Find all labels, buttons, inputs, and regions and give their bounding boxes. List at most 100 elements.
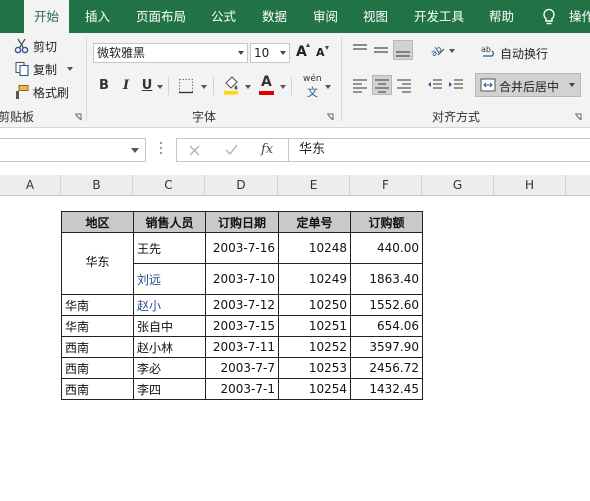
borders-icon[interactable]: [178, 78, 194, 94]
lightbulb-icon[interactable]: [541, 8, 557, 26]
underline-button[interactable]: U: [140, 78, 154, 93]
borders-dropdown-icon[interactable]: [201, 85, 207, 89]
column-header-c[interactable]: C: [133, 175, 205, 195]
column-header-a[interactable]: A: [0, 175, 61, 195]
order-date-cell[interactable]: 2003-7-7: [205, 357, 279, 379]
header-cell-order-id[interactable]: 定单号: [278, 211, 351, 233]
enter-check-icon[interactable]: [225, 144, 238, 156]
order-date-cell[interactable]: 2003-7-10: [205, 263, 279, 295]
region-cell[interactable]: 西南: [61, 378, 134, 400]
formula-input[interactable]: 华东: [288, 138, 590, 162]
amount-cell[interactable]: 1432.45: [350, 378, 423, 400]
align-middle-icon[interactable]: [373, 42, 389, 58]
phonetic-dropdown-icon[interactable]: [325, 85, 331, 89]
header-cell-region[interactable]: 地区: [61, 211, 134, 233]
tab-formulas[interactable]: 公式: [211, 0, 236, 33]
cancel-icon[interactable]: [189, 145, 200, 156]
order-date-cell[interactable]: 2003-7-11: [205, 336, 279, 358]
orientation-icon[interactable]: ab: [428, 41, 446, 59]
tab-home[interactable]: 开始: [24, 0, 70, 33]
font-size-select[interactable]: 10: [250, 43, 290, 63]
formula-bar-grip-icon[interactable]: [160, 142, 162, 158]
column-header-d[interactable]: D: [205, 175, 278, 195]
region-cell[interactable]: 华南: [61, 315, 134, 337]
salesperson-cell[interactable]: 张自中: [133, 315, 206, 337]
tab-insert[interactable]: 插入: [85, 0, 110, 33]
salesperson-cell[interactable]: 刘远: [133, 263, 206, 295]
header-cell-order-date[interactable]: 订购日期: [205, 211, 279, 233]
tab-review[interactable]: 审阅: [313, 0, 338, 33]
region-cell[interactable]: 西南: [61, 357, 134, 379]
column-header-partial[interactable]: [566, 175, 590, 195]
font-color-button[interactable]: A: [261, 74, 272, 90]
salesperson-cell[interactable]: 王先: [133, 232, 206, 264]
wrap-text-button[interactable]: 自动换行: [500, 45, 548, 62]
underline-dropdown-icon[interactable]: [157, 85, 163, 89]
tab-page-layout[interactable]: 页面布局: [136, 0, 186, 33]
amount-cell[interactable]: 1863.40: [350, 263, 423, 295]
align-left-icon[interactable]: [352, 77, 368, 93]
order-id-cell[interactable]: 10248: [278, 232, 351, 264]
clipboard-launcher-icon[interactable]: [74, 113, 82, 121]
column-header-b[interactable]: B: [61, 175, 133, 195]
bold-button[interactable]: B: [97, 78, 111, 93]
amount-cell[interactable]: 2456.72: [350, 357, 423, 379]
orientation-dropdown-icon[interactable]: [449, 49, 455, 53]
tab-view[interactable]: 视图: [363, 0, 388, 33]
salesperson-cell[interactable]: 赵小: [133, 294, 206, 316]
insert-function-button[interactable]: fx: [261, 142, 273, 157]
header-cell-amount[interactable]: 订购额: [350, 211, 423, 233]
italic-button[interactable]: I: [119, 78, 133, 93]
region-cell[interactable]: 西南: [61, 336, 134, 358]
align-center-button[interactable]: [372, 75, 392, 95]
order-id-cell[interactable]: 10253: [278, 357, 351, 379]
header-cell-salesperson[interactable]: 销售人员: [133, 211, 206, 233]
order-id-cell[interactable]: 10249: [278, 263, 351, 295]
tab-developer[interactable]: 开发工具: [414, 0, 464, 33]
fill-dropdown-icon[interactable]: [245, 85, 251, 89]
order-id-cell[interactable]: 10250: [278, 294, 351, 316]
order-date-cell[interactable]: 2003-7-12: [205, 294, 279, 316]
format-painter-button[interactable]: 格式刷: [33, 84, 69, 101]
column-header-f[interactable]: F: [350, 175, 422, 195]
order-id-cell[interactable]: 10251: [278, 315, 351, 337]
fill-color-icon[interactable]: [222, 75, 240, 95]
column-header-g[interactable]: G: [422, 175, 494, 195]
order-date-cell[interactable]: 2003-7-15: [205, 315, 279, 337]
decrease-indent-icon[interactable]: [427, 77, 443, 93]
salesperson-cell[interactable]: 赵小林: [133, 336, 206, 358]
copy-dropdown-arrow-icon[interactable]: [67, 67, 73, 71]
tab-help[interactable]: 帮助: [489, 0, 514, 33]
order-id-cell[interactable]: 10254: [278, 378, 351, 400]
merged-region-cell[interactable]: 华东: [61, 232, 134, 295]
font-group-label: 字体: [192, 110, 217, 124]
salesperson-cell[interactable]: 李四: [133, 378, 206, 400]
copy-button[interactable]: 复制: [33, 61, 57, 78]
align-bottom-button[interactable]: [393, 40, 413, 60]
decrease-font-size-button[interactable]: A: [316, 46, 325, 59]
cut-button[interactable]: 剪切: [33, 38, 57, 55]
order-date-cell[interactable]: 2003-7-1: [205, 378, 279, 400]
merge-center-button[interactable]: 合并后居中: [475, 73, 581, 97]
align-top-icon[interactable]: [352, 42, 368, 58]
font-launcher-icon[interactable]: [326, 113, 334, 121]
alignment-launcher-icon[interactable]: [574, 113, 582, 121]
align-right-icon[interactable]: [396, 77, 412, 93]
amount-cell[interactable]: 440.00: [350, 232, 423, 264]
order-id-cell[interactable]: 10252: [278, 336, 351, 358]
order-date-cell[interactable]: 2003-7-16: [205, 232, 279, 264]
amount-cell[interactable]: 1552.60: [350, 294, 423, 316]
font-name-select[interactable]: 微软雅黑: [93, 43, 248, 63]
amount-cell[interactable]: 3597.90: [350, 336, 423, 358]
font-color-dropdown-icon[interactable]: [280, 85, 286, 89]
salesperson-cell[interactable]: 李必: [133, 357, 206, 379]
column-header-e[interactable]: E: [278, 175, 350, 195]
region-cell[interactable]: 华南: [61, 294, 134, 316]
increase-indent-icon[interactable]: [448, 77, 464, 93]
phonetic-guide-button[interactable]: 文: [307, 84, 318, 100]
tab-data[interactable]: 数据: [262, 0, 287, 33]
tab-tell-me[interactable]: 操作: [569, 0, 590, 33]
column-header-h[interactable]: H: [494, 175, 566, 195]
amount-cell[interactable]: 654.06: [350, 315, 423, 337]
name-box[interactable]: [0, 138, 146, 162]
